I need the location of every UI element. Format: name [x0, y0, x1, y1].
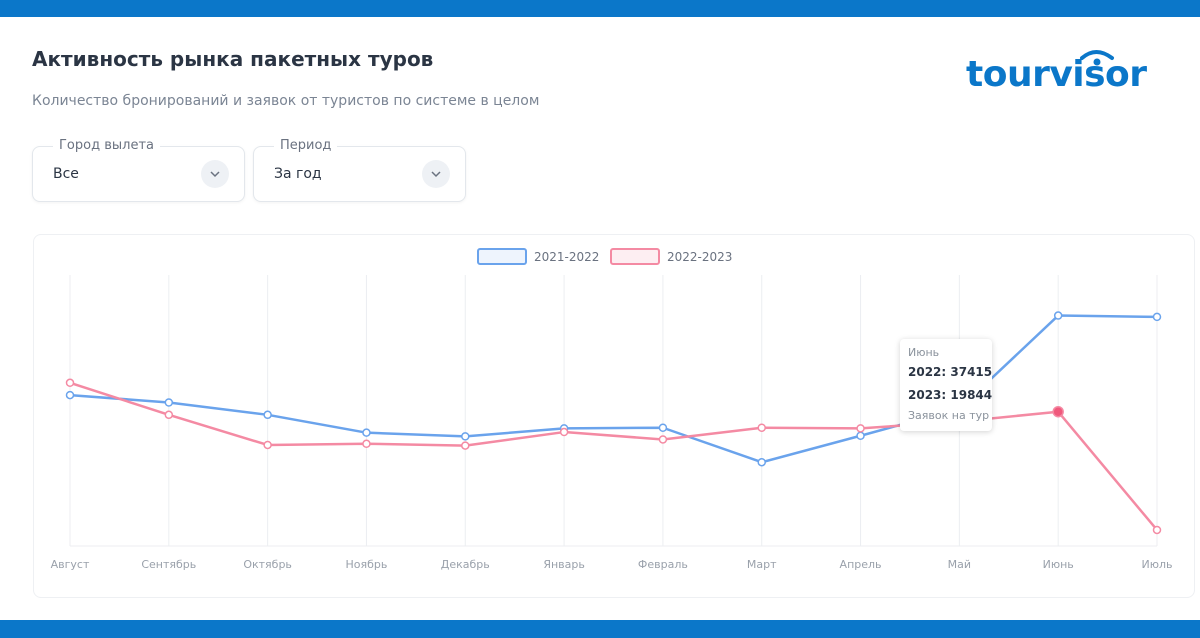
- legend-label[interactable]: 2022-2023: [667, 250, 732, 264]
- x-tick-label: Январь: [543, 558, 585, 571]
- data-point[interactable]: [1152, 525, 1162, 535]
- x-tick-label: Август: [51, 558, 90, 571]
- data-point[interactable]: [362, 428, 371, 437]
- x-tick-label: Апрель: [840, 558, 882, 571]
- data-point[interactable]: [362, 439, 371, 449]
- data-point[interactable]: [1052, 405, 1064, 418]
- data-point[interactable]: [757, 423, 766, 432]
- tooltip-value-2023: 2023: 19844: [908, 388, 993, 402]
- data-point[interactable]: [263, 440, 272, 450]
- tooltip-title: Июнь: [908, 346, 940, 359]
- x-tick-label: Декабрь: [441, 558, 490, 571]
- data-point[interactable]: [1053, 311, 1063, 320]
- data-point[interactable]: [559, 427, 569, 437]
- data-point[interactable]: [263, 410, 272, 420]
- data-point[interactable]: [1152, 312, 1162, 322]
- data-point[interactable]: [65, 378, 75, 388]
- x-tick-label: Февраль: [638, 558, 688, 571]
- line-chart: 2021-2022 2022-2023 Август Сентябрь Октябрь…: [51, 248, 1173, 571]
- x-tick-label: Июнь: [1043, 558, 1074, 571]
- data-point[interactable]: [461, 441, 470, 450]
- data-point[interactable]: [856, 431, 865, 441]
- tooltip-footer: Заявок на тур: [908, 409, 990, 422]
- data-point[interactable]: [658, 435, 668, 444]
- chart-tooltip: Июнь 2022: 37415 2023: 19844 Заявок на т…: [900, 339, 992, 431]
- legend-swatch[interactable]: [477, 248, 527, 265]
- data-point[interactable]: [65, 390, 75, 400]
- x-tick-label: Ноябрь: [346, 558, 388, 571]
- legend-swatch[interactable]: [610, 248, 660, 265]
- data-point[interactable]: [164, 398, 174, 407]
- data-point[interactable]: [461, 432, 470, 441]
- data-point[interactable]: [856, 424, 865, 433]
- bottom-brand-bar: [0, 620, 1200, 638]
- x-tick-label: Июль: [1141, 558, 1172, 571]
- data-point[interactable]: [164, 410, 174, 420]
- series-line: [69, 381, 1158, 531]
- x-tick-label: Октябрь: [243, 558, 292, 571]
- tooltip-value-2022: 2022: 37415: [908, 365, 993, 379]
- x-tick-label: Март: [747, 558, 777, 571]
- data-point[interactable]: [757, 457, 766, 467]
- data-point[interactable]: [658, 423, 668, 432]
- legend-label[interactable]: 2021-2022: [534, 250, 599, 264]
- series-line: [69, 314, 1158, 464]
- x-tick-label: Май: [948, 558, 971, 571]
- x-tick-label: Сентябрь: [141, 558, 196, 571]
